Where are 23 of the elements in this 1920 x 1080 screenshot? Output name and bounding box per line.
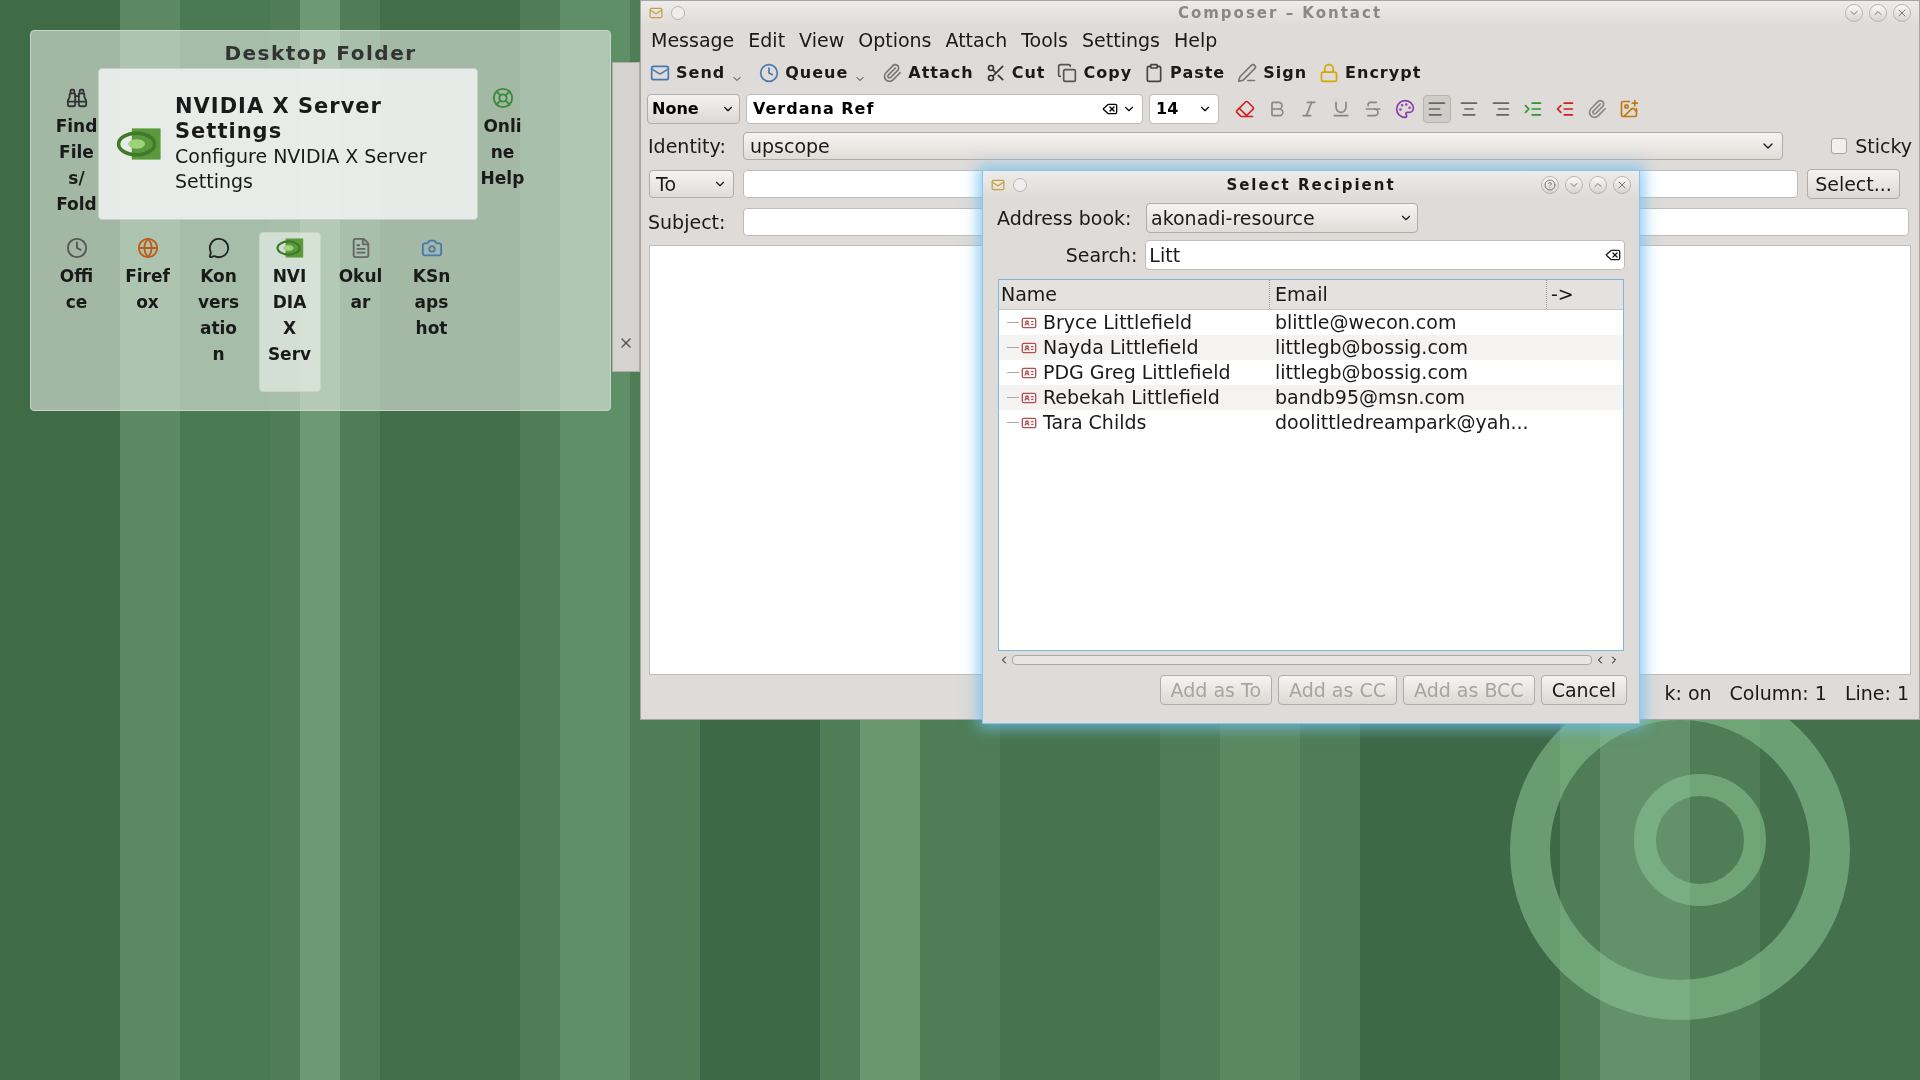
contact-name: Tara Childs	[1043, 410, 1148, 436]
contact-email: doolittledreampark@yah...	[1275, 410, 1529, 436]
sticky-label: Sticky	[1855, 133, 1912, 159]
window-title: Composer – Kontact	[1176, 2, 1384, 24]
subject-label: Subject:	[648, 209, 727, 235]
contact-email: blittle@wecon.com	[1275, 310, 1457, 336]
contact-email: littlegb@bossig.com	[1275, 360, 1468, 386]
tooltip-title: NVIDIA X Server Settings	[175, 94, 383, 144]
identity-label: Identity:	[648, 133, 727, 159]
contact-name: Rebekah Littlefield	[1043, 385, 1221, 411]
status-text: Column: 1	[1729, 680, 1827, 706]
widget-title: Desktop Folder	[224, 40, 417, 67]
search-label: Search:	[1064, 242, 1138, 268]
dialog-title: Select Recipient	[1225, 174, 1397, 196]
contact-email: bandb95@msn.com	[1275, 385, 1466, 411]
contact-name: Nayda Littlefield	[1043, 335, 1200, 361]
contact-name: PDG Greg Littlefield	[1043, 360, 1232, 386]
status-text: Line: 1	[1844, 680, 1909, 706]
tooltip-description: Configure NVIDIA X Server Settings	[175, 144, 428, 194]
contact-email: littlegb@bossig.com	[1275, 335, 1468, 361]
contact-name: Bryce Littlefield	[1043, 310, 1193, 336]
status-text: k: on	[1664, 680, 1712, 706]
address-book-label: Address book:	[997, 205, 1133, 231]
